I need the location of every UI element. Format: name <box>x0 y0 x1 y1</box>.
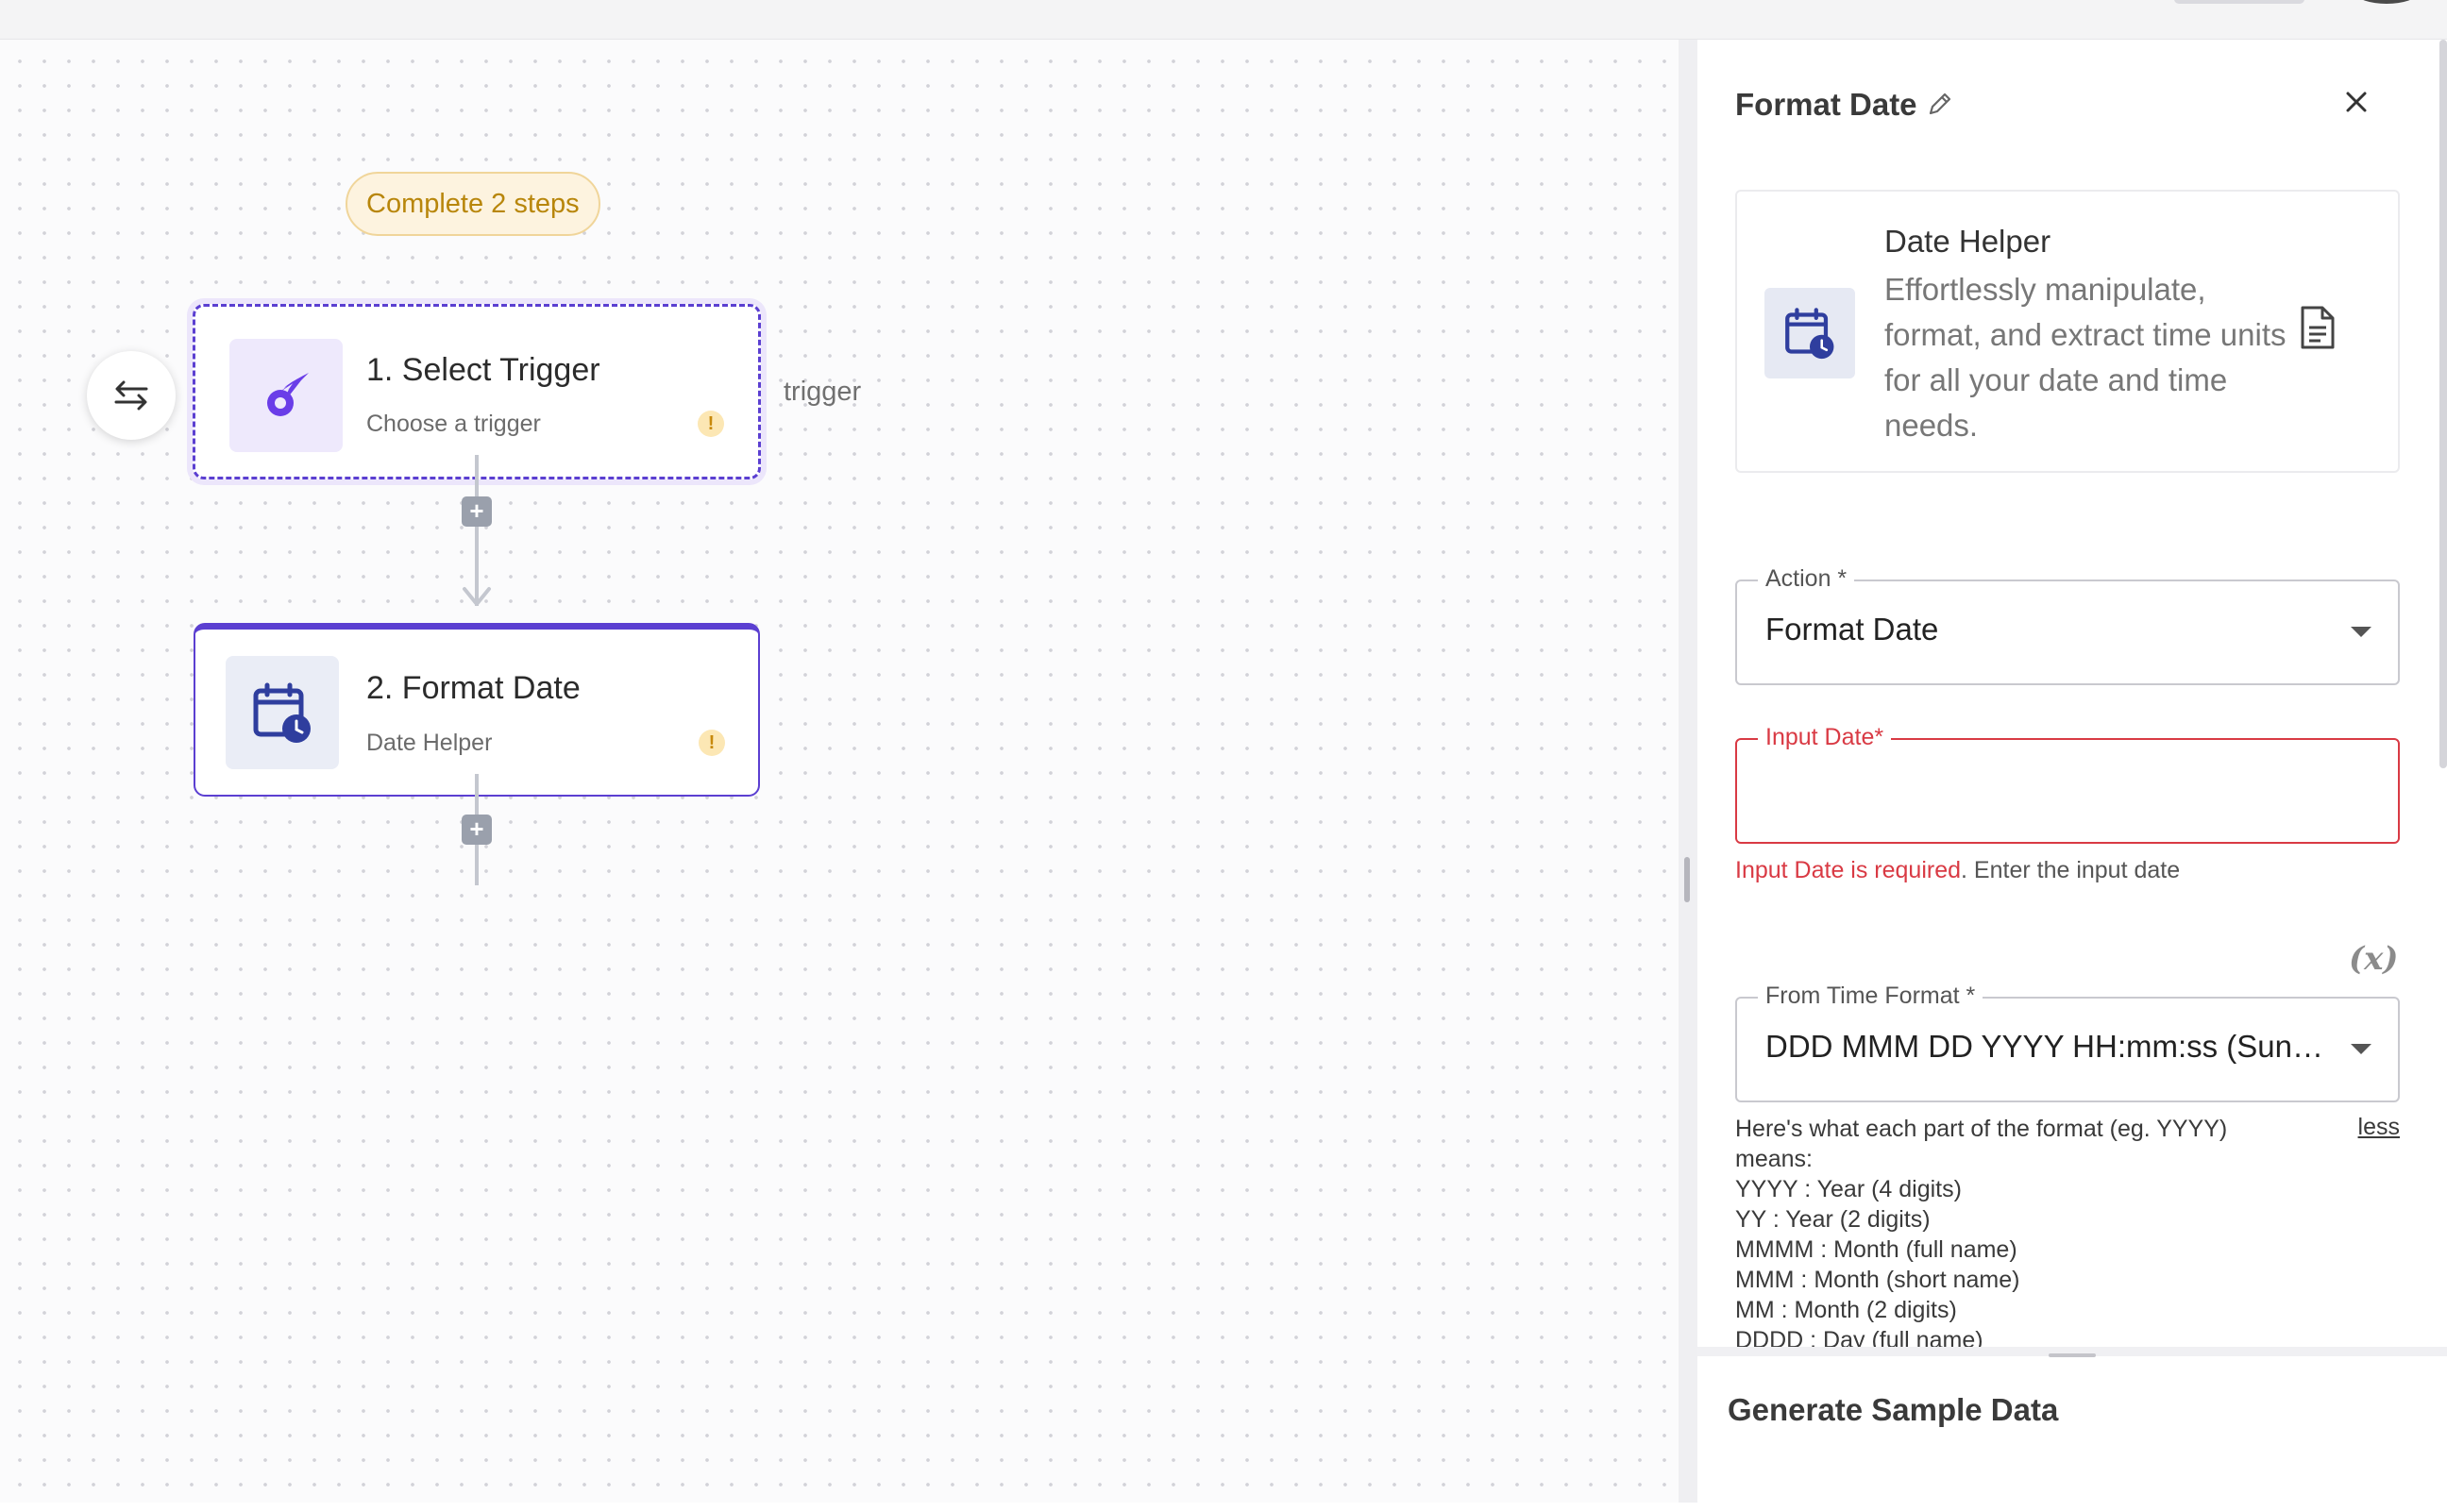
app-icon-box <box>1764 288 1855 378</box>
top-toolbar <box>0 0 2447 40</box>
help-line: MMMM : Month (full name) <box>1735 1236 2017 1263</box>
step-config-panel: Format Date Date Helper Effortlessly man… <box>1697 40 2447 1512</box>
helper-text: . Enter the input date <box>1961 857 2181 883</box>
warning-icon: ! <box>699 730 725 756</box>
sample-data-title[interactable]: Generate Sample Data <box>1728 1392 2058 1428</box>
input-date-label: Input Date* <box>1758 724 1892 751</box>
input-date-error: Input Date is required. Enter the input … <box>1735 857 2180 884</box>
show-less-link[interactable]: less <box>2358 1114 2400 1141</box>
connector-line <box>475 455 479 606</box>
step-node-format-date[interactable]: 2. Format Date Date Helper ! <box>194 623 760 797</box>
step-title: 1. Select Trigger <box>366 352 600 388</box>
trigger-tag: trigger <box>784 377 862 407</box>
resize-handle[interactable] <box>1684 857 1690 902</box>
app-name: Date Helper <box>1884 224 2051 259</box>
pencil-icon[interactable] <box>1926 90 1954 118</box>
add-step-button[interactable]: + <box>462 496 492 527</box>
warning-icon: ! <box>698 411 724 437</box>
panel-scrollbar[interactable] <box>2439 40 2447 768</box>
panel-title: Format Date <box>1735 87 1917 122</box>
help-intro: Here's what each part of the format (eg.… <box>1735 1116 2228 1172</box>
meteor-icon <box>267 373 309 416</box>
close-icon[interactable] <box>2343 89 2370 115</box>
arrow-down-icon <box>463 587 491 606</box>
app-info-card: Date Helper Effortlessly manipulate, for… <box>1735 190 2400 473</box>
step-subtitle: Date Helper <box>366 730 493 756</box>
insert-variable-icon[interactable]: (x) <box>2349 940 2398 978</box>
avatar[interactable] <box>2356 0 2417 4</box>
input-date-field[interactable]: Input Date* <box>1735 724 2400 844</box>
help-line: YY : Year (2 digits) <box>1735 1206 1931 1233</box>
from-format-value: DDD MMM DD YYYY HH:mm:ss (Sun Sep 17 202… <box>1765 1029 2332 1064</box>
app-description: Effortlessly manipulate, format, and ext… <box>1884 272 2287 443</box>
step-title: 2. Format Date <box>366 670 581 706</box>
calendar-clock-icon <box>253 682 311 743</box>
help-line: MM : Month (2 digits) <box>1735 1297 1957 1323</box>
format-help: Here's what each part of the format (eg.… <box>1735 1114 2400 1386</box>
format-date-icon-box <box>226 656 339 769</box>
error-message: Input Date is required <box>1735 857 1962 883</box>
chevron-down-icon <box>2351 1044 2371 1054</box>
trigger-icon-box <box>229 339 343 452</box>
from-time-format-select[interactable]: From Time Format * DDD MMM DD YYYY HH:mm… <box>1735 983 2400 1102</box>
drag-handle[interactable] <box>2049 1353 2096 1357</box>
action-value: Format Date <box>1765 612 1939 647</box>
toolbar-button[interactable] <box>2174 0 2304 4</box>
complete-steps-banner[interactable]: Complete 2 steps <box>346 172 600 236</box>
from-format-label: From Time Format * <box>1758 983 1983 1010</box>
help-line: MMM : Month (short name) <box>1735 1267 2020 1293</box>
swap-arrows-icon <box>114 380 148 411</box>
action-label: Action * <box>1758 565 1855 593</box>
panel-resize-divider[interactable] <box>1679 40 1697 1503</box>
action-select[interactable]: Action * Format Date <box>1735 565 2400 685</box>
step-node-trigger[interactable]: 1. Select Trigger Choose a trigger ! <box>193 304 761 479</box>
add-step-button[interactable]: + <box>462 815 492 845</box>
flow-canvas[interactable]: Complete 2 steps 1. Select Trigger Choos… <box>0 40 1679 1503</box>
sample-data-section: Generate Sample Data <box>1697 1347 2447 1512</box>
documentation-icon[interactable] <box>2298 305 2337 350</box>
help-line: YYYY : Year (4 digits) <box>1735 1176 1962 1202</box>
calendar-clock-icon <box>1785 308 1834 360</box>
chevron-down-icon <box>2351 627 2371 637</box>
swap-direction-button[interactable] <box>87 351 176 440</box>
step-subtitle: Choose a trigger <box>366 411 541 437</box>
